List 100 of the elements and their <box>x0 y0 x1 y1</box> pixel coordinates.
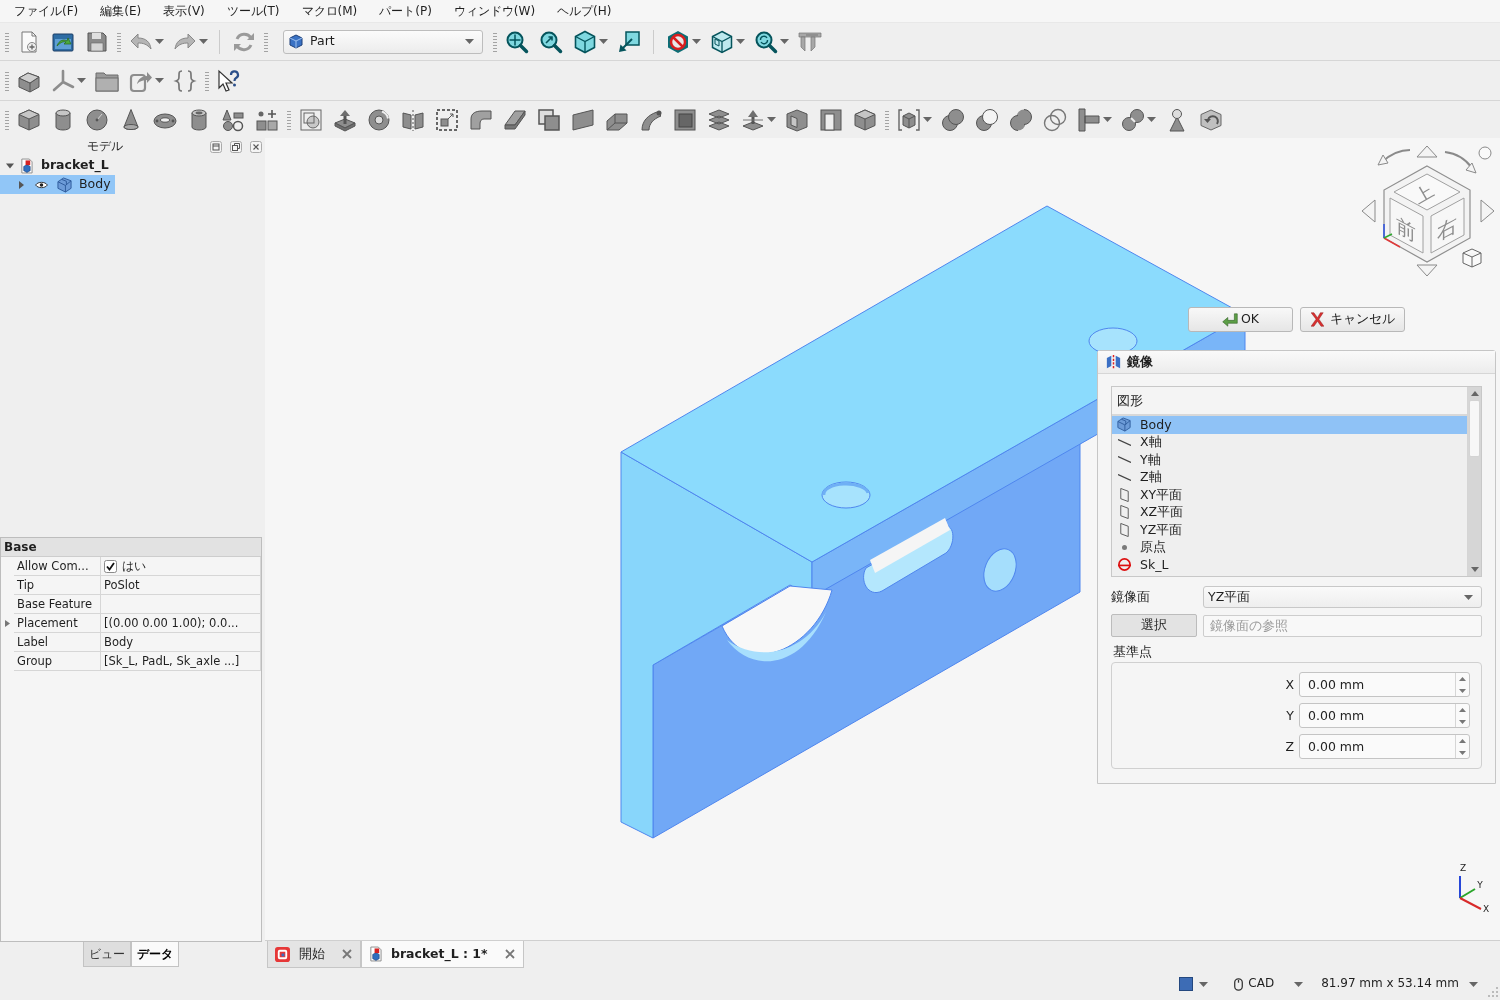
offset-squares-icon[interactable] <box>537 107 561 132</box>
close-icon[interactable] <box>504 949 515 959</box>
menu-item[interactable]: ファイル(F) <box>3 0 90 22</box>
grip-icon[interactable] <box>205 70 209 91</box>
down-arrow-icon[interactable] <box>1470 567 1479 572</box>
caret-icon[interactable] <box>780 39 789 44</box>
caret-icon[interactable] <box>692 39 701 44</box>
curved-sheet-icon[interactable] <box>469 107 493 132</box>
diagonal-arrow-icon[interactable] <box>617 29 641 54</box>
dimension-readout[interactable]: 81.97 mm x 53.14 mm <box>1321 976 1459 992</box>
box-icon[interactable] <box>785 107 809 132</box>
caret-icon[interactable] <box>923 117 932 122</box>
sheet-icon[interactable] <box>503 107 527 132</box>
caret-icon[interactable] <box>736 39 745 44</box>
sphere-icon[interactable] <box>85 107 109 132</box>
tab[interactable]: ビュー <box>83 942 131 967</box>
caret-icon[interactable] <box>155 78 164 83</box>
caret-down-icon[interactable] <box>6 161 14 170</box>
caret-icon[interactable] <box>599 39 608 44</box>
spin-box[interactable]: 0.00 mm <box>1299 672 1470 698</box>
caret-icon[interactable] <box>77 78 86 83</box>
list-item[interactable]: Body <box>1112 416 1467 434</box>
shape-list[interactable]: 図形 Body X軸 Y軸 Z軸 XY平面 XZ平面 YZ平面 原点 Sk_L <box>1111 386 1482 577</box>
eye-icon[interactable] <box>35 180 48 189</box>
checkbox[interactable] <box>104 559 117 573</box>
shape-builder-icon[interactable] <box>255 107 279 132</box>
t-shape-icon[interactable] <box>1077 107 1101 132</box>
zoom-icon[interactable] <box>754 29 778 54</box>
tab[interactable]: 開始 <box>267 941 361 968</box>
wireframe-cube-icon[interactable] <box>710 29 734 54</box>
save-icon[interactable] <box>85 29 109 54</box>
isometric-cube-icon[interactable] <box>573 29 597 54</box>
grip-icon[interactable] <box>885 109 889 130</box>
close-icon[interactable] <box>342 949 352 959</box>
grip-icon[interactable] <box>117 31 121 52</box>
restore-icon[interactable] <box>230 141 242 153</box>
grip-icon[interactable] <box>5 109 9 130</box>
table-cell[interactable] <box>101 595 261 614</box>
grip-icon[interactable] <box>5 31 9 52</box>
grip-icon[interactable] <box>5 70 9 91</box>
layers-icon[interactable] <box>707 107 731 132</box>
list-item[interactable]: YZ平面 <box>1112 521 1467 539</box>
up-arrow-icon[interactable] <box>1459 739 1466 743</box>
caliper-icon[interactable] <box>798 29 822 54</box>
list-item[interactable]: Z軸 <box>1112 468 1467 486</box>
caret-icon[interactable] <box>1294 981 1304 987</box>
zoom-icon[interactable] <box>505 29 529 54</box>
list-item[interactable]: Y軸 <box>1112 451 1467 469</box>
grip-icon[interactable] <box>493 31 497 52</box>
navigation-style[interactable]: CAD <box>1248 976 1275 992</box>
mouse-icon[interactable] <box>1234 977 1244 991</box>
braces-icon[interactable] <box>173 68 197 93</box>
number-field[interactable]: 0.00 mm <box>1300 673 1455 697</box>
caret-icon[interactable] <box>1103 117 1112 122</box>
axes-icon[interactable] <box>51 68 75 93</box>
union-icon[interactable] <box>941 107 965 132</box>
list-item[interactable]: XZ平面 <box>1112 503 1467 521</box>
cut-icon[interactable] <box>975 107 999 132</box>
frame-icon[interactable] <box>819 107 843 132</box>
dashed-square-icon[interactable] <box>435 107 459 132</box>
menu-item[interactable]: 表示(V) <box>152 0 216 22</box>
caret-icon[interactable] <box>767 117 776 122</box>
tab[interactable]: データ <box>131 942 179 967</box>
number-field[interactable]: 0.00 mm <box>1300 704 1455 728</box>
menu-item[interactable]: ツール(T) <box>215 0 291 22</box>
caret-icon[interactable] <box>1147 117 1156 122</box>
zoom-icon[interactable] <box>539 29 563 54</box>
shaded-square-icon[interactable] <box>1179 977 1194 991</box>
reference-field[interactable]: 鏡像面の参照 <box>1203 614 1482 637</box>
mirror-icon[interactable] <box>401 107 425 132</box>
caret-icon[interactable] <box>199 39 208 44</box>
caret-icon[interactable] <box>1199 981 1209 987</box>
up-arrow-icon[interactable] <box>1459 708 1466 712</box>
intersection-icon[interactable] <box>1043 107 1067 132</box>
scrollbar[interactable] <box>1467 387 1481 576</box>
list-item[interactable]: X軸 <box>1112 433 1467 451</box>
cancel-button[interactable]: キャンセル <box>1300 307 1405 332</box>
select-button[interactable]: 選択 <box>1111 614 1197 637</box>
scrollbar-thumb[interactable] <box>1469 400 1480 457</box>
number-field[interactable]: 0.00 mm <box>1300 735 1455 759</box>
list-item[interactable]: 原点 <box>1112 538 1467 556</box>
size-grip-icon[interactable] <box>1488 987 1498 997</box>
menu-item[interactable]: ウィンドウ(W) <box>442 0 547 22</box>
down-arrow-icon[interactable] <box>1459 750 1466 755</box>
up-arrow-icon[interactable] <box>1470 391 1479 396</box>
fuse-icon[interactable] <box>1009 107 1033 132</box>
revolve-icon[interactable] <box>367 107 391 132</box>
grip-icon[interactable] <box>287 109 291 130</box>
caret-icon[interactable] <box>155 39 164 44</box>
no-entry-icon[interactable] <box>666 29 690 54</box>
float-icon[interactable] <box>210 141 222 153</box>
workbench-dropdown[interactable]: Part <box>283 29 483 54</box>
menu-item[interactable]: 編集(E) <box>89 0 153 22</box>
split-icon[interactable] <box>1121 107 1145 132</box>
tree-item[interactable]: Body <box>0 175 115 194</box>
list-item[interactable]: XY平面 <box>1112 486 1467 504</box>
down-arrow-icon[interactable] <box>1459 688 1466 693</box>
caret-icon[interactable] <box>1469 981 1478 987</box>
panel-icon[interactable] <box>571 107 595 132</box>
close-icon[interactable] <box>250 141 262 153</box>
